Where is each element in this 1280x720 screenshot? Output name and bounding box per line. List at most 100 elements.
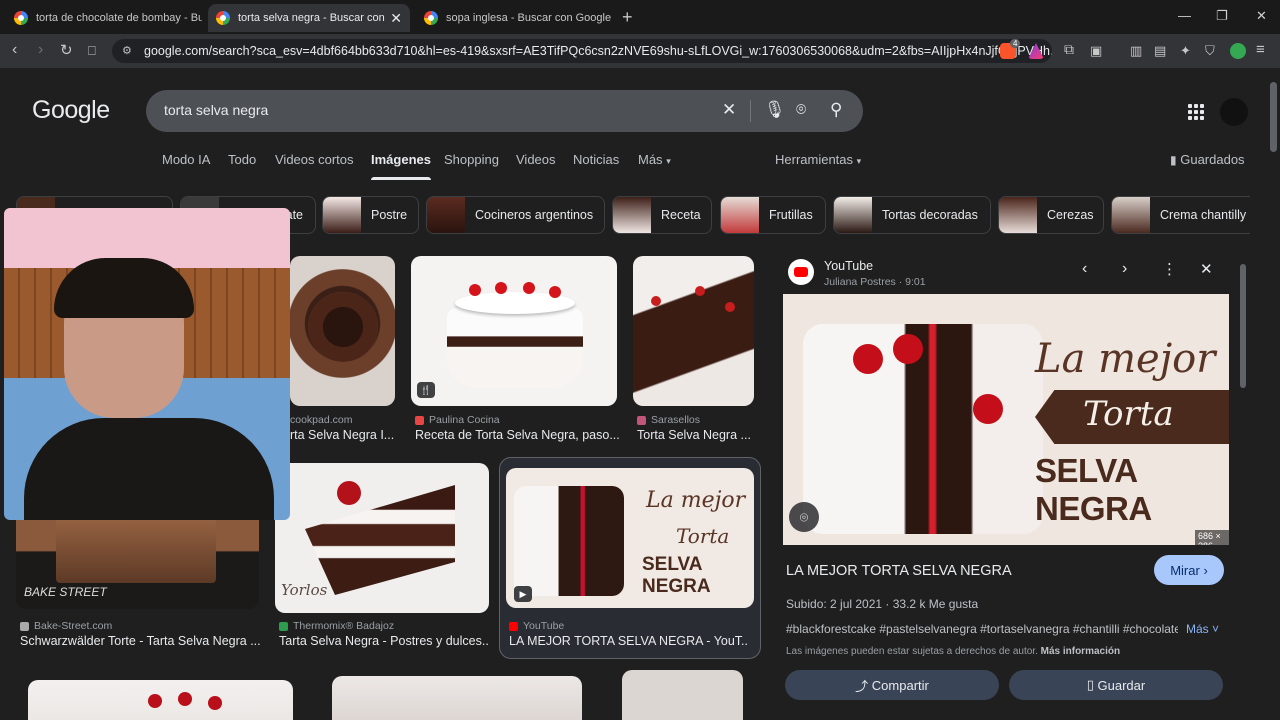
chip-thumbnail	[834, 197, 872, 233]
cherry-graphic	[523, 282, 535, 294]
more-options-icon[interactable]: ⋮	[1162, 260, 1177, 278]
lens-search-icon[interactable]: ⌾	[789, 502, 819, 532]
result-image-thermomix[interactable]: Yorlos	[275, 463, 489, 613]
chip-tortas-decoradas[interactable]: Tortas decoradas	[833, 196, 991, 234]
chip-label: Crema chantilly	[1160, 208, 1247, 222]
previous-icon[interactable]: ‹	[1082, 260, 1087, 278]
browser-toolbar: ‹ › ↻ ⎕ ⚙ google.com/search?sca_esv=4dbf…	[0, 34, 1280, 68]
lens-icon[interactable]: ⌾	[796, 100, 806, 120]
menu-icon[interactable]: ≡	[1256, 41, 1265, 58]
result-image-row3-2[interactable]	[332, 676, 582, 720]
result-source: Bake-Street.com	[20, 620, 112, 632]
panel-title[interactable]: LA MEJOR TORTA SELVA NEGRA	[786, 563, 1012, 579]
apps-grid-icon[interactable]	[1188, 104, 1204, 120]
result-image-row3-1[interactable]	[28, 680, 293, 720]
panel-scrollbar[interactable]	[1240, 264, 1246, 388]
reading-list-icon[interactable]: ▣	[1090, 43, 1102, 59]
tab-videos-cortos[interactable]: Videos cortos	[275, 152, 354, 167]
cherry-graphic	[495, 282, 507, 294]
cake-graphic	[514, 486, 624, 596]
panel-site[interactable]: YouTube	[824, 259, 873, 273]
page-scrollbar[interactable]	[1270, 82, 1277, 152]
close-window-icon[interactable]: ✕	[1256, 8, 1267, 24]
chip-receta[interactable]: Receta	[612, 196, 712, 234]
next-icon[interactable]: ›	[1122, 260, 1127, 278]
cherry-graphic	[853, 344, 883, 374]
tab-shopping[interactable]: Shopping	[444, 152, 499, 167]
result-image-sarasellos[interactable]	[633, 256, 754, 406]
bookmark-icon[interactable]: ⎕	[88, 43, 96, 59]
chip-crema-chantilly[interactable]: Crema chantilly	[1111, 196, 1250, 234]
source-label: cookpad.com	[290, 414, 353, 426]
back-icon[interactable]: ‹	[12, 41, 17, 59]
site-favicon-icon	[637, 415, 646, 425]
result-title[interactable]: Schwarzwälder Torte - Tarta Selva Negra …	[20, 634, 260, 648]
cake-slice-graphic	[305, 485, 455, 595]
result-title[interactable]: Receta de Torta Selva Negra, paso...	[415, 428, 619, 442]
save-button[interactable]: ▯ Guardar	[1009, 670, 1223, 700]
thumb-overlay-line1: La mejor	[646, 488, 746, 513]
extensions-icon[interactable]: ⧉	[1064, 41, 1074, 58]
site-info-icon[interactable]: ⚙	[122, 39, 132, 63]
visit-button[interactable]: Mirar ›	[1154, 555, 1224, 585]
browser-tab-1[interactable]: torta de chocolate de bombay - Busc	[6, 4, 202, 32]
more-info-link[interactable]: Más información	[1041, 646, 1120, 657]
microphone-icon[interactable]: 🎙	[764, 100, 786, 120]
address-bar[interactable]: ⚙ google.com/search?sca_esv=4dbf664bb633…	[112, 39, 1052, 63]
tab-mas[interactable]: Más ▾	[638, 152, 671, 167]
tools-button[interactable]: Herramientas ▾	[775, 152, 861, 167]
wallet-icon[interactable]: ▤	[1154, 43, 1166, 59]
leo-ai-icon[interactable]: ✦	[1180, 43, 1191, 59]
play-icon: ▶	[514, 586, 532, 602]
site-favicon-icon	[20, 621, 29, 631]
result-title[interactable]: LA MEJOR TORTA SELVA NEGRA - YouT...	[509, 634, 749, 648]
reload-icon[interactable]: ↻	[60, 41, 73, 59]
clear-icon[interactable]: ✕	[722, 100, 736, 120]
search-input[interactable]: torta selva negra	[164, 102, 268, 118]
browser-tab-2[interactable]: torta selva negra - Buscar con Go ✕	[208, 4, 410, 32]
saved-button[interactable]: ▮ Guardados	[1170, 152, 1245, 167]
chip-label: Cerezas	[1047, 208, 1094, 222]
forward-icon[interactable]: ›	[38, 41, 43, 59]
close-panel-icon[interactable]: ✕	[1200, 260, 1213, 278]
vpn-icon[interactable]: ⛉	[1205, 43, 1215, 59]
tab-todo[interactable]: Todo	[228, 152, 256, 167]
result-title[interactable]: rta Selva Negra I...	[290, 428, 394, 442]
maximize-icon[interactable]: ❐	[1216, 8, 1228, 24]
google-logo[interactable]: Google	[32, 96, 110, 125]
chip-frutillas[interactable]: Frutillas	[720, 196, 826, 234]
panel-preview-image[interactable]: La mejor Torta SELVA NEGRA ⌾ 686 × 386	[783, 294, 1229, 545]
tab-videos[interactable]: Videos	[516, 152, 556, 167]
cake-graphic	[803, 324, 1043, 534]
tab-modo-ia[interactable]: Modo IA	[162, 152, 210, 167]
watermark: BAKE STREET	[24, 585, 107, 599]
result-title[interactable]: Tarta Selva Negra - Postres y dulces...	[279, 634, 489, 648]
profile-icon[interactable]	[1230, 43, 1246, 59]
chip-cocineros-argentinos[interactable]: Cocineros argentinos	[426, 196, 605, 234]
result-title[interactable]: Torta Selva Negra ...	[637, 428, 755, 442]
chip-cerezas[interactable]: Cerezas	[998, 196, 1104, 234]
like-count: 33.2 k Me gusta	[892, 597, 979, 611]
tab-noticias[interactable]: Noticias	[573, 152, 619, 167]
channel-name: Juliana Postres	[824, 276, 896, 288]
result-image-youtube[interactable]: La mejor Torta SELVA NEGRA ▶	[506, 468, 754, 608]
chip-postre[interactable]: Postre	[322, 196, 419, 234]
minimize-icon[interactable]: —	[1178, 8, 1191, 23]
google-favicon-icon	[216, 11, 230, 25]
result-image-cookpad[interactable]	[290, 256, 395, 406]
browser-tab-3[interactable]: sopa inglesa - Buscar con Google	[416, 4, 612, 32]
more-link[interactable]: Más ˅	[1186, 622, 1219, 636]
new-tab-icon[interactable]: +	[622, 7, 633, 28]
search-box[interactable]: torta selva negra ✕ 🎙 ⌾ ⚲	[146, 90, 863, 132]
youtube-favicon-icon	[509, 621, 518, 631]
avatar[interactable]	[1220, 98, 1248, 126]
bookmark-icon: ▮	[1170, 153, 1177, 167]
result-image-row3-3[interactable]	[622, 670, 743, 720]
upload-date: Subido: 2 jul 2021	[786, 597, 883, 611]
tab-imagenes[interactable]: Imágenes	[371, 152, 431, 180]
share-button[interactable]: ⤴ Compartir	[785, 670, 999, 700]
close-tab-icon[interactable]: ✕	[390, 10, 402, 27]
search-icon[interactable]: ⚲	[830, 100, 842, 120]
result-image-paulina[interactable]: 🍴	[411, 256, 617, 406]
sidebar-icon[interactable]: ▥	[1130, 43, 1142, 59]
